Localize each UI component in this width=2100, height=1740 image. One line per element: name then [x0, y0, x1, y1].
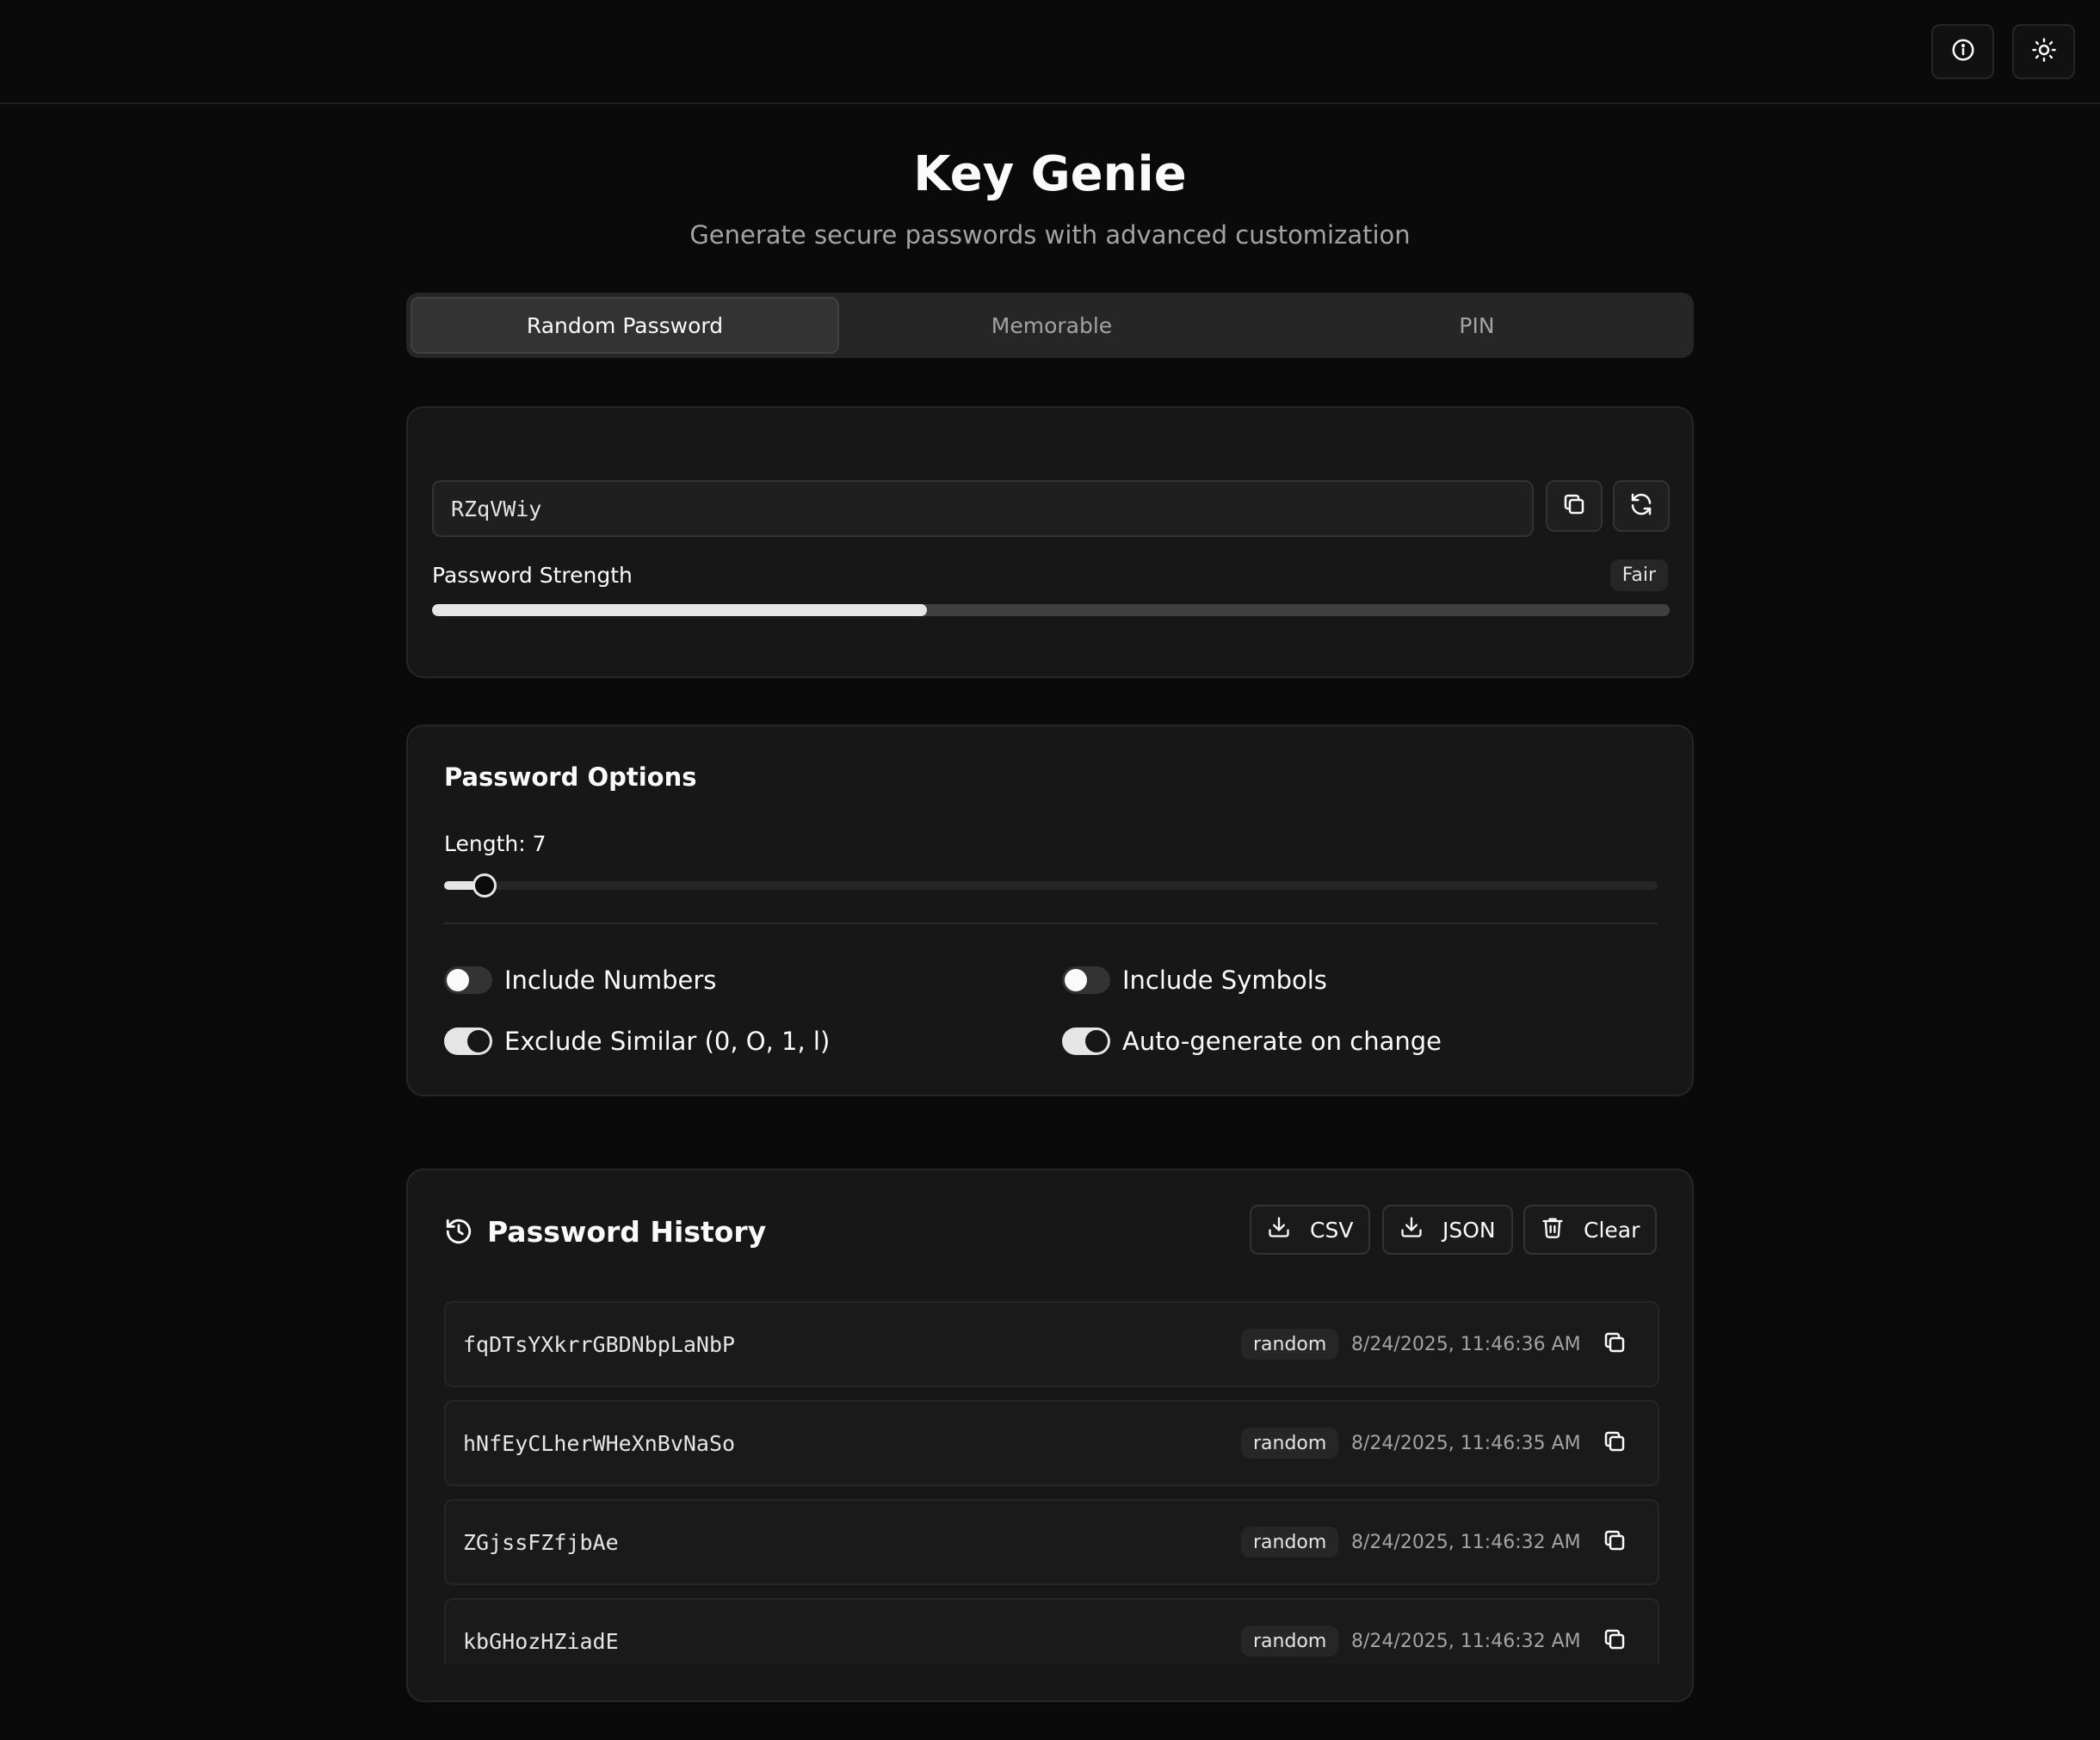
export-csv-button[interactable]: CSV — [1250, 1205, 1371, 1255]
options-divider — [444, 922, 1658, 924]
auto-generate-toggle[interactable]: Auto-generate on change — [1062, 1027, 1442, 1056]
copy-icon — [1602, 1527, 1628, 1557]
history-copy-button[interactable] — [1599, 1428, 1630, 1459]
info-button[interactable] — [1931, 24, 1994, 79]
history-timestamp: 8/24/2025, 11:46:32 AM — [1351, 1630, 1581, 1652]
top-bar — [0, 0, 2100, 104]
include-symbols-label: Include Symbols — [1122, 966, 1327, 995]
auto-generate-label: Auto-generate on change — [1122, 1027, 1442, 1056]
export-json-label: JSON — [1442, 1217, 1496, 1243]
password-output[interactable]: RZqVWiy — [432, 480, 1534, 537]
history-password: kbGHozHZiadE — [463, 1628, 619, 1654]
clear-history-button[interactable]: Clear — [1523, 1205, 1658, 1255]
length-slider[interactable] — [444, 873, 1658, 898]
export-csv-label: CSV — [1310, 1217, 1354, 1243]
copy-icon — [1602, 1330, 1628, 1359]
generator-card: RZqVWiy Password Strength Fair — [406, 406, 1694, 678]
mode-tabs: Random Password Memorable PIN — [406, 293, 1694, 358]
clear-history-label: Clear — [1584, 1217, 1640, 1243]
export-json-button[interactable]: JSON — [1382, 1205, 1513, 1255]
strength-badge: Fair — [1609, 559, 1668, 591]
history-icon — [444, 1217, 473, 1249]
strength-bar-fill — [432, 604, 928, 616]
history-list: fqDTsYXkrrGBDNbpLaNbP random 8/24/2025, … — [444, 1301, 1659, 1664]
copy-icon — [1561, 491, 1587, 521]
history-copy-button[interactable] — [1599, 1626, 1630, 1657]
history-row: fqDTsYXkrrGBDNbpLaNbP random 8/24/2025, … — [444, 1301, 1659, 1387]
auto-generate-switch[interactable] — [1062, 1027, 1110, 1055]
history-type-badge: random — [1241, 1329, 1339, 1360]
include-symbols-switch[interactable] — [1062, 966, 1110, 994]
refresh-icon — [1628, 491, 1654, 521]
include-symbols-toggle[interactable]: Include Symbols — [1062, 966, 1327, 995]
include-numbers-label: Include Numbers — [504, 966, 717, 995]
history-type-badge: random — [1241, 1527, 1339, 1558]
trash-icon — [1541, 1215, 1584, 1244]
history-row: hNfEyCLherWHeXnBvNaSo random 8/24/2025, … — [444, 1400, 1659, 1486]
history-password: ZGjssFZfjbAe — [463, 1529, 619, 1555]
tab-random-password[interactable]: Random Password — [411, 297, 839, 354]
options-title: Password Options — [444, 762, 697, 792]
sun-icon — [2031, 37, 2057, 66]
history-type-badge: random — [1241, 1428, 1339, 1459]
history-timestamp: 8/24/2025, 11:46:35 AM — [1351, 1432, 1581, 1454]
history-timestamp: 8/24/2025, 11:46:32 AM — [1351, 1531, 1581, 1553]
page-subtitle: Generate secure passwords with advanced … — [689, 220, 1411, 250]
history-card: Password History CSV JSON Clear fqDTsYXk… — [406, 1169, 1694, 1702]
exclude-similar-label: Exclude Similar (0, O, 1, l) — [504, 1027, 831, 1056]
history-password: fqDTsYXkrrGBDNbpLaNbP — [463, 1331, 736, 1357]
include-numbers-toggle[interactable]: Include Numbers — [444, 966, 716, 995]
strength-label: Password Strength — [432, 563, 633, 588]
download-icon — [1399, 1215, 1442, 1244]
tab-memorable[interactable]: Memorable — [839, 297, 1264, 354]
history-copy-button[interactable] — [1599, 1527, 1630, 1558]
length-label: Length: 7 — [444, 831, 547, 856]
tab-pin[interactable]: PIN — [1264, 297, 1689, 354]
download-icon — [1267, 1215, 1310, 1244]
page-title: Key Genie — [913, 146, 1187, 202]
options-card: Password Options Length: 7 Include Numbe… — [406, 725, 1694, 1096]
strength-bar — [432, 604, 1670, 616]
history-copy-button[interactable] — [1599, 1329, 1630, 1360]
copy-icon — [1602, 1626, 1628, 1656]
theme-toggle-button[interactable] — [2012, 24, 2075, 79]
include-numbers-switch[interactable] — [444, 966, 492, 994]
history-title: Password History — [487, 1215, 767, 1249]
copy-password-button[interactable] — [1546, 480, 1603, 532]
history-password: hNfEyCLherWHeXnBvNaSo — [463, 1430, 736, 1456]
exclude-similar-toggle[interactable]: Exclude Similar (0, O, 1, l) — [444, 1027, 830, 1056]
copy-icon — [1602, 1428, 1628, 1458]
history-row: kbGHozHZiadE random 8/24/2025, 11:46:32 … — [444, 1598, 1659, 1664]
regenerate-button[interactable] — [1613, 480, 1670, 532]
exclude-similar-switch[interactable] — [444, 1027, 492, 1055]
history-type-badge: random — [1241, 1626, 1339, 1657]
info-icon — [1950, 37, 1976, 66]
length-slider-thumb[interactable] — [472, 873, 497, 898]
history-row: ZGjssFZfjbAe random 8/24/2025, 11:46:32 … — [444, 1499, 1659, 1585]
history-timestamp: 8/24/2025, 11:46:36 AM — [1351, 1333, 1581, 1355]
